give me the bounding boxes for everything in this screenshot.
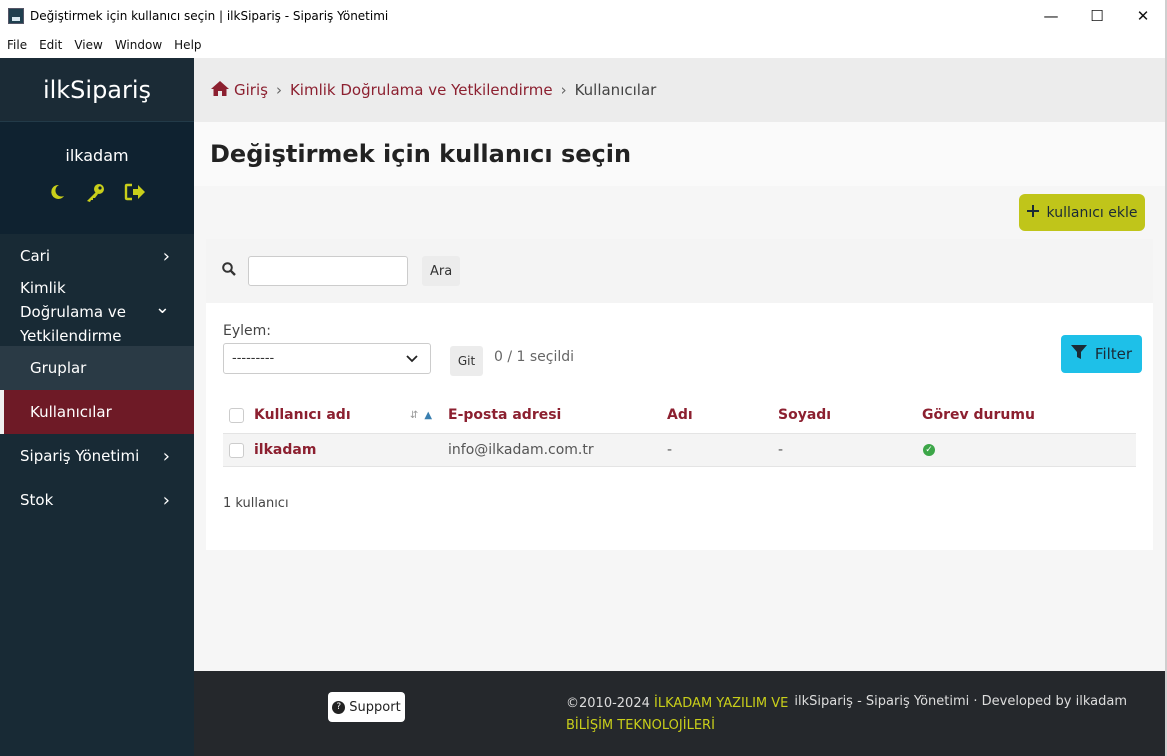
chevron-right-icon: › <box>162 245 170 267</box>
sort-ascending-icon[interactable]: ▲ <box>424 410 432 421</box>
brand-logo[interactable]: ilkSipariş <box>0 58 194 122</box>
question-circle-icon: ? <box>332 700 346 714</box>
users-table: Kullanıcı adı ⇵ ▲ E-posta adresi Adı Soya… <box>223 397 1136 467</box>
plus-icon <box>1026 204 1039 221</box>
maximize-button[interactable]: ☐ <box>1074 0 1120 32</box>
table-row: ilkadam info@ilkadam.com.tr - - ✓ <box>223 433 1136 467</box>
sidebar-item-auth[interactable]: Kimlik Doğrulama ve Yetkilendirme ⌄ <box>0 278 194 346</box>
home-icon[interactable] <box>210 80 230 100</box>
actions-label: Eylem: <box>223 323 271 339</box>
sidebar-item-label: Gruplar <box>30 359 87 377</box>
copyright: ©2010-2024 İLKADAM YAZILIM VE BİLİŞİM TE… <box>566 693 806 737</box>
column-staff-status[interactable]: Görev durumu <box>922 407 1035 423</box>
sidebar-item-cari[interactable]: Cari › <box>0 234 194 278</box>
menu-window[interactable]: Window <box>115 38 162 52</box>
footer: ? Support ©2010-2024 İLKADAM YAZILIM VE … <box>194 671 1165 756</box>
column-first-name[interactable]: Adı <box>667 407 693 423</box>
copyright-year: ©2010-2024 <box>566 696 650 711</box>
menu-help[interactable]: Help <box>174 38 201 52</box>
menu-bar: File Edit View Window Help <box>0 32 1167 58</box>
sidebar-item-label: Stok <box>20 491 54 509</box>
action-selected-option: --------- <box>232 351 275 366</box>
add-user-button[interactable]: kullanıcı ekle <box>1019 194 1145 231</box>
chevron-right-icon: › <box>162 489 170 511</box>
breadcrumb-separator: › <box>275 81 282 99</box>
menu-view[interactable]: View <box>74 38 102 52</box>
add-user-label: kullanıcı ekle <box>1046 204 1138 221</box>
sort-icon[interactable]: ⇵ ▲ <box>410 410 432 421</box>
row-last-name: - <box>778 442 784 458</box>
selected-count: 0 / 1 seçildi <box>494 349 575 365</box>
check-circle-icon: ✓ <box>923 444 935 456</box>
chevron-down-icon: ⌄ <box>154 297 170 318</box>
sidebar-item-label: Cari <box>20 247 50 265</box>
sidebar-item-orders[interactable]: Sipariş Yönetimi › <box>0 434 194 478</box>
breadcrumb-home[interactable]: Giriş <box>234 81 268 99</box>
sidebar-item-label: Kullanıcılar <box>30 403 112 421</box>
moon-icon[interactable] <box>48 183 66 208</box>
window-titlebar: Değiştirmek için kullanıcı seçin | ilkSi… <box>0 0 1167 32</box>
result-count: 1 kullanıcı <box>223 496 289 511</box>
page-header: Değiştirmek için kullanıcı seçin <box>194 122 1165 186</box>
chevron-down-icon <box>406 352 418 366</box>
sidebar-item-stock[interactable]: Stok › <box>0 478 194 522</box>
sidebar-item-label: Sipariş Yönetimi <box>20 447 140 465</box>
window-title: Değiştirmek için kullanıcı seçin | ilkSi… <box>30 9 389 23</box>
logout-icon[interactable] <box>124 183 146 208</box>
breadcrumb: Giriş › Kimlik Doğrulama ve Yetkilendirm… <box>194 58 1165 122</box>
sidebar-item-label: Kimlik Doğrulama ve Yetkilendirme <box>20 279 126 345</box>
breadcrumb-separator: › <box>560 81 567 99</box>
search-button[interactable]: Ara <box>422 256 461 286</box>
breadcrumb-current: Kullanıcılar <box>574 81 657 99</box>
sidebar: ilkSipariş ilkadam Cari › Kimlik Doğrula… <box>0 58 194 756</box>
filter-button[interactable]: Filter <box>1061 335 1142 373</box>
select-all-checkbox[interactable] <box>229 407 244 423</box>
key-icon[interactable] <box>84 183 106 208</box>
row-checkbox[interactable] <box>229 442 244 458</box>
sidebar-item-groups[interactable]: Gruplar <box>0 346 194 390</box>
footer-credits: ilkSipariş - Sipariş Yönetimi · Develope… <box>794 694 1127 709</box>
menu-edit[interactable]: Edit <box>39 38 62 52</box>
filter-label: Filter <box>1094 345 1133 363</box>
chevron-right-icon: › <box>162 445 170 467</box>
menu-file[interactable]: File <box>7 38 27 52</box>
support-label: Support <box>349 699 401 715</box>
close-button[interactable]: ✕ <box>1120 0 1166 32</box>
minimize-button[interactable]: — <box>1028 0 1074 32</box>
sidebar-item-users[interactable]: Kullanıcılar <box>0 390 194 434</box>
row-first-name: - <box>667 442 673 458</box>
go-button[interactable]: Git <box>450 346 483 376</box>
main-content: Giriş › Kimlik Doğrulama ve Yetkilendirm… <box>194 58 1165 671</box>
app-icon <box>8 8 24 24</box>
search-bar: Ara <box>206 239 1153 303</box>
changelist-panel: Ara Eylem: --------- Git 0 / 1 seçildi F… <box>206 239 1153 550</box>
support-button[interactable]: ? Support <box>328 692 405 722</box>
table-header: Kullanıcı adı ⇵ ▲ E-posta adresi Adı Soya… <box>223 397 1136 433</box>
filter-icon <box>1070 345 1087 363</box>
column-email[interactable]: E-posta adresi <box>448 407 561 423</box>
column-username[interactable]: Kullanıcı adı <box>254 407 351 423</box>
user-panel: ilkadam <box>0 122 194 234</box>
action-select[interactable]: --------- <box>223 343 431 374</box>
page-title: Değiştirmek için kullanıcı seçin <box>210 140 632 168</box>
column-last-name[interactable]: Soyadı <box>778 407 831 423</box>
row-username-link[interactable]: ilkadam <box>254 442 316 458</box>
breadcrumb-section[interactable]: Kimlik Doğrulama ve Yetkilendirme <box>290 81 553 99</box>
row-email: info@ilkadam.com.tr <box>448 442 594 458</box>
search-input[interactable] <box>248 256 408 286</box>
search-icon <box>222 262 236 280</box>
username: ilkadam <box>65 146 129 165</box>
